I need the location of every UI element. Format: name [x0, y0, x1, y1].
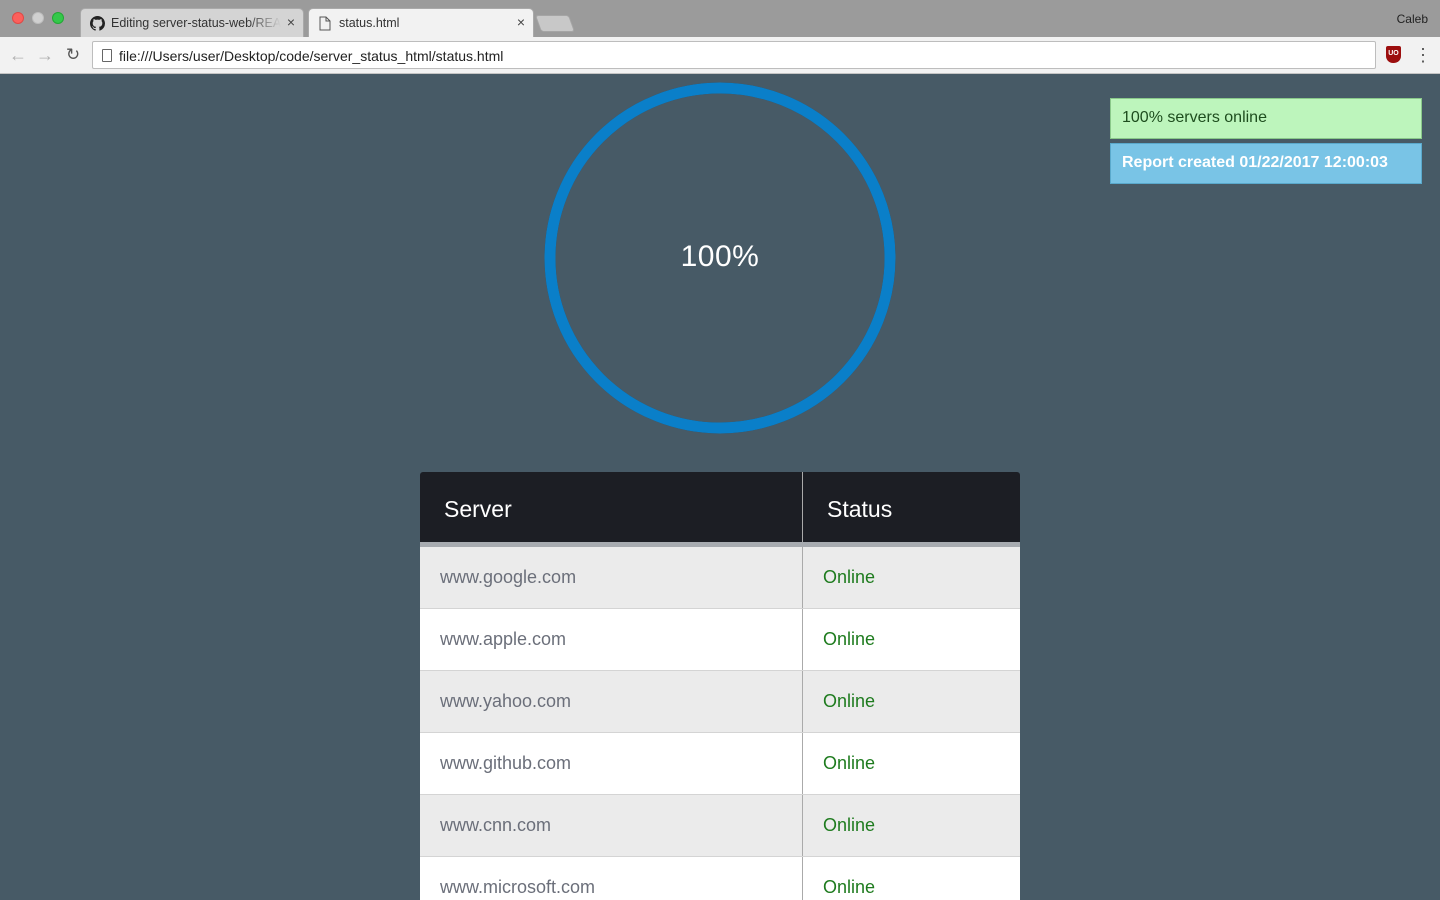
- status-column-header: Status: [827, 496, 893, 522]
- status-cell: Online: [823, 877, 876, 897]
- status-cell: Online: [823, 753, 876, 773]
- table-header: Server Status: [420, 472, 1020, 547]
- page-icon: [102, 49, 112, 62]
- server-cell: www.cnn.com: [420, 795, 803, 856]
- page-icon: [317, 15, 333, 31]
- url-text[interactable]: file:///Users/user/Desktop/code/server_s…: [119, 48, 503, 64]
- minimize-window-button[interactable]: [32, 12, 44, 24]
- back-arrow-icon[interactable]: ←: [8, 45, 28, 65]
- reload-icon[interactable]: ↻: [63, 45, 83, 65]
- server-status-table: Server Status www.google.com Online www.…: [420, 472, 1020, 900]
- tab-editing-readme[interactable]: Editing server-status-web/README ×: [80, 8, 304, 37]
- server-cell: www.github.com: [420, 733, 803, 794]
- table-row: www.cnn.com Online: [420, 795, 1020, 857]
- status-cell: Online: [823, 691, 876, 711]
- report-created-alert: Report created 01/22/2017 12:00:03: [1110, 143, 1422, 184]
- status-cell: Online: [823, 629, 876, 649]
- server-column-header: Server: [420, 472, 803, 542]
- browser-titlebar: Editing server-status-web/README × statu…: [0, 0, 1440, 37]
- table-row: www.google.com Online: [420, 547, 1020, 609]
- server-cell: www.google.com: [420, 547, 803, 608]
- status-cell: Online: [823, 567, 876, 587]
- close-tab-icon[interactable]: ×: [287, 14, 295, 30]
- servers-online-alert: 100% servers online: [1110, 98, 1422, 139]
- server-cell: www.yahoo.com: [420, 671, 803, 732]
- zoom-window-button[interactable]: [52, 12, 64, 24]
- new-tab-button[interactable]: [534, 15, 576, 32]
- tab-title: status.html: [339, 16, 400, 30]
- gauge-percent-label: 100%: [680, 240, 760, 273]
- ublock-extension-icon[interactable]: UO: [1386, 46, 1401, 63]
- tab-title: Editing server-status-web/README: [111, 16, 281, 30]
- tab-status-html[interactable]: status.html ×: [308, 8, 534, 37]
- forward-arrow-icon[interactable]: →: [35, 45, 55, 65]
- table-row: www.apple.com Online: [420, 609, 1020, 671]
- server-cell: www.microsoft.com: [420, 857, 803, 900]
- browser-toolbar: ← → ↻ file:///Users/user/Desktop/code/se…: [0, 37, 1440, 74]
- table-row: www.microsoft.com Online: [420, 857, 1020, 900]
- server-cell: www.apple.com: [420, 609, 803, 670]
- more-menu-icon[interactable]: ⋮: [1414, 44, 1432, 66]
- table-row: www.github.com Online: [420, 733, 1020, 795]
- github-icon: [89, 15, 105, 31]
- profile-name[interactable]: Caleb: [1397, 12, 1428, 26]
- status-cell: Online: [823, 815, 876, 835]
- address-bar[interactable]: file:///Users/user/Desktop/code/server_s…: [92, 41, 1376, 69]
- close-window-button[interactable]: [12, 12, 24, 24]
- close-tab-icon[interactable]: ×: [517, 14, 525, 30]
- table-row: www.yahoo.com Online: [420, 671, 1020, 733]
